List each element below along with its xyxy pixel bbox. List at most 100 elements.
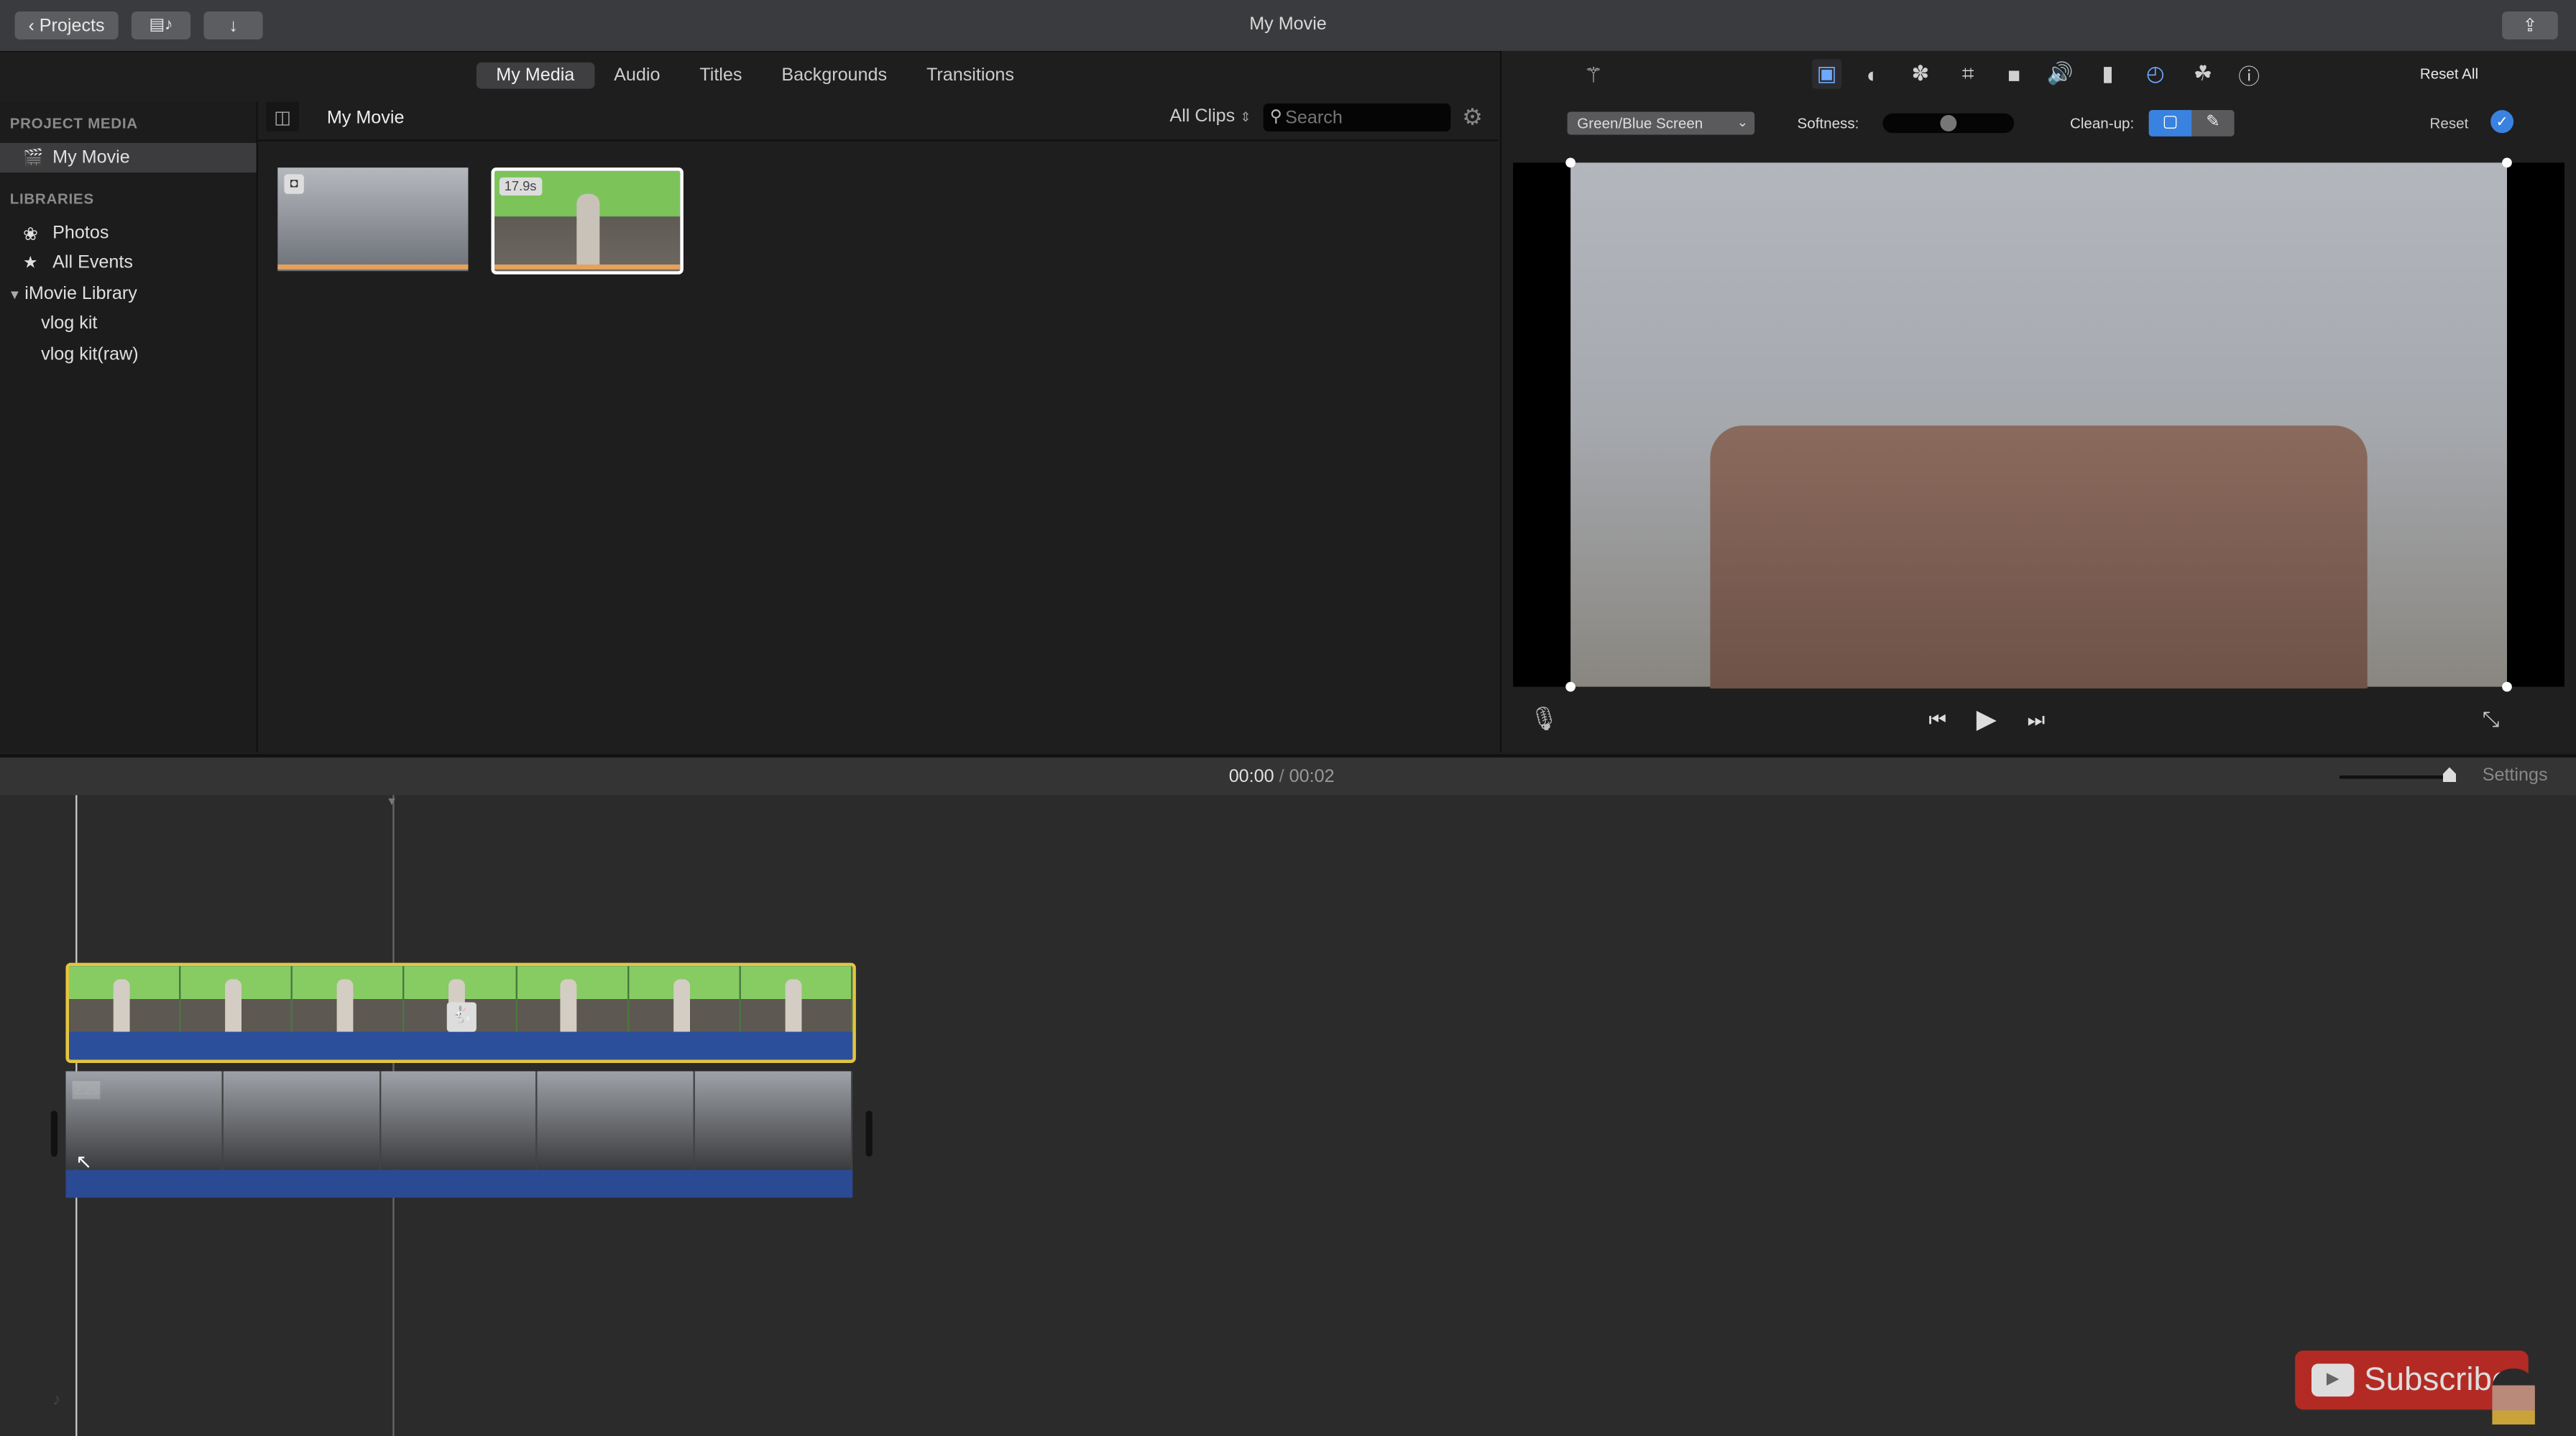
clip-filter-button[interactable]: ☘	[2189, 59, 2218, 88]
photos-icon: ❀	[22, 224, 39, 244]
tab-transitions[interactable]: Transitions	[907, 63, 1034, 89]
tab-backgrounds[interactable]: Backgrounds	[762, 63, 907, 89]
info-icon: ⓘ	[2238, 63, 2260, 88]
libraries-heading: LIBRARIES	[9, 190, 94, 208]
total-time: 00:02	[1289, 767, 1335, 787]
fullscreen-button[interactable]: ⤡	[2483, 707, 2500, 733]
volume-button[interactable]: 🔊	[2046, 59, 2075, 88]
reset-button[interactable]: Reset	[2430, 115, 2469, 132]
crop-handle[interactable]	[1565, 157, 1576, 168]
cleanup-eraser-button[interactable]: ✎	[2191, 110, 2234, 137]
person-figure	[113, 979, 130, 1032]
color-correction-button[interactable]: ✽	[1905, 59, 1935, 88]
magic-wand-button[interactable]: ⚚	[1579, 61, 1609, 91]
overlay-mode-value: Green/Blue Screen	[1577, 115, 1703, 132]
stabilization-button[interactable]: ■	[2000, 59, 2029, 88]
video-viewer[interactable]	[1513, 157, 2564, 692]
softness-label: Softness:	[1797, 115, 1859, 132]
share-icon: ⇪	[2522, 16, 2538, 37]
clip-trim-handle-left[interactable]	[50, 1110, 58, 1157]
zoom-slider-thumb[interactable]	[2442, 767, 2457, 783]
softness-slider-thumb[interactable]	[1940, 115, 1957, 132]
crop-handle[interactable]	[2502, 681, 2512, 692]
softness-slider[interactable]	[1882, 113, 2015, 134]
speaker-icon: 🔊	[2046, 60, 2074, 86]
skip-forward-button[interactable]: ⏭	[2028, 708, 2046, 732]
youtube-play-icon: ▶	[2311, 1363, 2355, 1397]
microphone-icon: 🎙	[1529, 704, 1559, 732]
tab-titles[interactable]: Titles	[680, 63, 762, 89]
time-separator: /	[1279, 767, 1284, 787]
media-clip-photo[interactable]: ◘	[277, 167, 469, 272]
reset-all-button[interactable]: Reset All	[2420, 65, 2478, 82]
timeline-main-clip[interactable]: 🐇	[65, 962, 856, 1064]
filmstrip-frame	[180, 966, 293, 1032]
subscribe-label: Subscribe	[2364, 1361, 2511, 1398]
share-button[interactable]: ⇪	[2502, 11, 2558, 40]
filter-circles-icon: ☘	[2193, 60, 2213, 86]
used-indicator	[494, 264, 681, 270]
speed-rabbit-icon[interactable]: 🐇	[446, 1002, 477, 1032]
info-button[interactable]: ⓘ	[2235, 59, 2264, 88]
sidebar-item-vlog-kit-raw[interactable]: vlog kit(raw)	[0, 340, 257, 369]
tab-audio[interactable]: Audio	[594, 63, 680, 89]
tab-my-media[interactable]: My Media	[476, 62, 594, 89]
person-figure	[336, 979, 354, 1032]
crop-handle[interactable]	[2502, 157, 2512, 168]
sidebar-item-photos[interactable]: ❀ Photos	[0, 218, 257, 248]
mouse-cursor-icon: ↖	[75, 1150, 93, 1174]
crop-handle[interactable]	[1565, 681, 1576, 692]
sidebar-item-vlog-kit[interactable]: vlog kit	[0, 309, 257, 339]
overlay-mode-select[interactable]: Green/Blue Screen ⌄	[1567, 111, 1755, 135]
settings-gear-button[interactable]: ⚙	[1462, 103, 1483, 132]
sidebar-item-all-events[interactable]: ★ All Events	[0, 248, 257, 277]
browser-tabs: My Media Audio Titles Backgrounds Transi…	[476, 62, 1034, 89]
search-input[interactable]	[1282, 106, 1437, 129]
video-overlay-button[interactable]: ▣	[1812, 59, 1842, 89]
browser-title: My Movie	[326, 108, 405, 129]
timeline-zoom-slider[interactable]	[2339, 767, 2457, 783]
person-figure	[576, 193, 600, 267]
filmstrip-frame	[740, 966, 853, 1032]
gear-icon: ⚙	[1462, 103, 1483, 130]
disclosure-triangle-icon[interactable]: ▼	[8, 287, 24, 302]
background-audio-track	[65, 1169, 853, 1198]
timeline-background-clip[interactable]	[65, 1071, 853, 1170]
sidebar-item-label: vlog kit	[41, 313, 98, 334]
video-overlay-icon: ▣	[1816, 60, 1837, 86]
person-figure	[225, 979, 242, 1032]
clip-trim-handle-right[interactable]	[865, 1110, 873, 1157]
crop-button[interactable]: ⌗	[1954, 59, 1983, 88]
video-camera-icon: ■	[2007, 61, 2021, 87]
chevron-down-icon: ⌄	[1736, 115, 1748, 130]
camera-icon: ◘	[284, 174, 304, 194]
color-balance-button[interactable]: ◐	[1858, 59, 1887, 88]
project-media-heading: PROJECT MEDIA	[9, 115, 138, 132]
title-bar: ‹ Projects ▤♪ ↓ My Movie ⇪	[0, 0, 2576, 53]
noise-reduction-button[interactable]: ▮	[2093, 59, 2122, 88]
speedometer-icon: ◴	[2145, 60, 2165, 86]
timeline[interactable]: ▼ 🐇 2.2s ↖ ♪ ▶ Subscribe	[0, 795, 2576, 1436]
media-clip-video[interactable]: 17.9s	[491, 167, 684, 275]
expand-arrows-icon: ⤡	[2482, 706, 2500, 732]
duration-badge: 17.9s	[499, 177, 542, 196]
search-icon: ⚲	[1269, 108, 1282, 127]
sidebar-item-imovie-library[interactable]: ▼ iMovie Library	[0, 280, 257, 309]
skip-back-button[interactable]: ⏮	[1928, 708, 1946, 732]
sidebar-icon: ◫	[274, 107, 292, 128]
voiceover-button[interactable]: 🎙	[1530, 705, 1559, 733]
cleanup-crop-button[interactable]: ▢	[2148, 110, 2192, 137]
sidebar-toggle-button[interactable]: ◫	[266, 101, 299, 132]
sidebar-item-my-movie[interactable]: 🎬 My Movie	[0, 142, 257, 173]
person-figure	[784, 979, 801, 1032]
apply-button[interactable]: ✓	[2490, 110, 2514, 134]
equalizer-icon: ▮	[2102, 60, 2114, 86]
magic-wand-icon: ⚚	[1583, 62, 1604, 88]
timeline-settings-button[interactable]: Settings	[2483, 765, 2548, 785]
filmstrip-frame	[538, 1071, 696, 1170]
play-button[interactable]: ▶	[1977, 703, 1997, 736]
clip-filter-select[interactable]: All Clips ⇕	[1169, 107, 1251, 126]
sidebar-item-label: Photos	[52, 223, 109, 244]
speed-button[interactable]: ◴	[2140, 59, 2170, 88]
search-field[interactable]: ⚲	[1263, 103, 1451, 132]
